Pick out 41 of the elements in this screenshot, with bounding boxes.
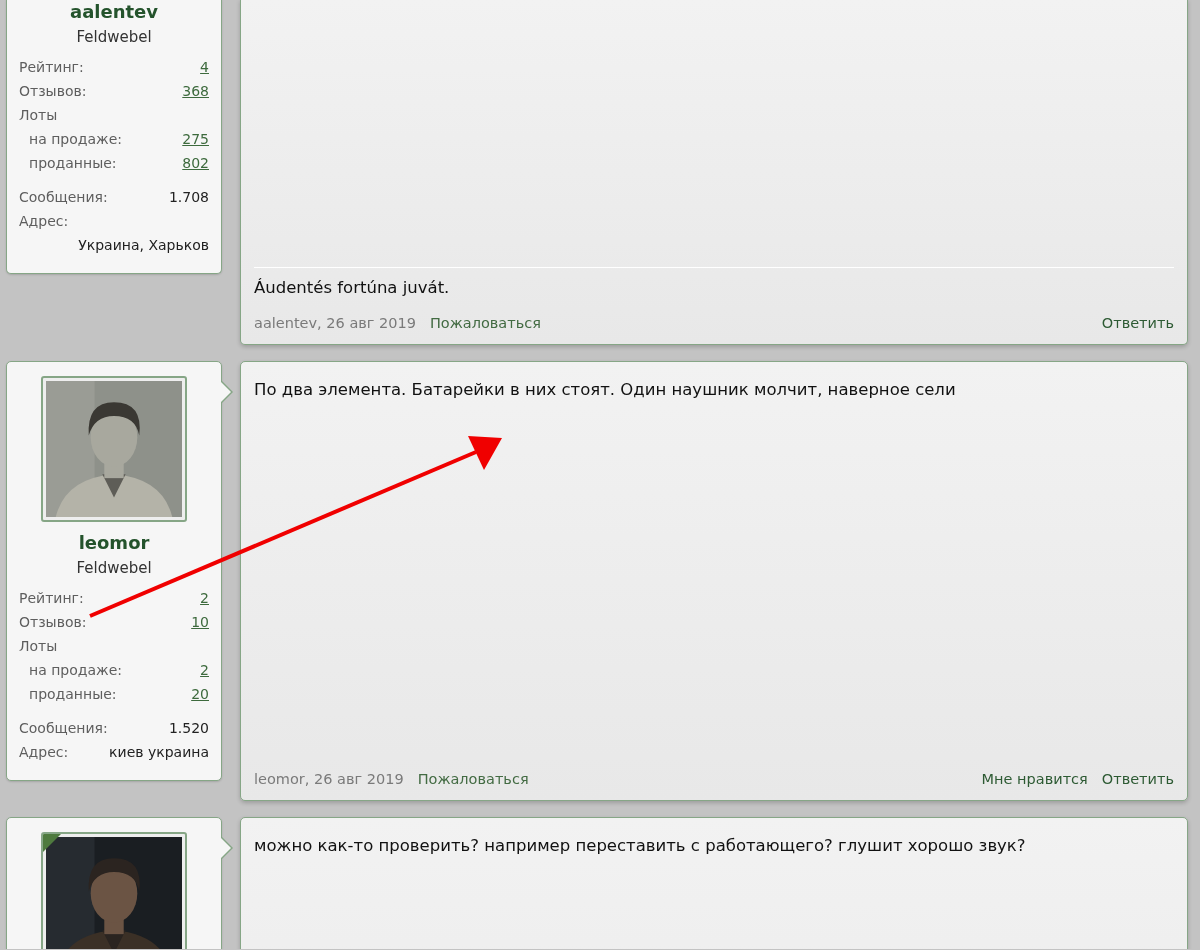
stat-link[interactable]: 20: [191, 682, 209, 706]
stat-link[interactable]: 10: [191, 610, 209, 634]
stat-label: Рейтинг:: [19, 58, 84, 77]
signature-text: Áudentés fortúna juvát.: [254, 277, 450, 299]
action-link[interactable]: Ответить: [1101, 312, 1174, 334]
stat-label: Рейтинг:: [19, 589, 84, 608]
stat-link[interactable]: 2: [200, 586, 209, 610]
report-link[interactable]: Пожаловаться: [429, 312, 541, 334]
stat-label: Адрес:: [19, 743, 69, 762]
stat-link[interactable]: 275: [182, 127, 209, 151]
stat-label: Адрес:: [19, 212, 69, 231]
stat-value: Украина, Харьков: [78, 236, 209, 255]
stat-label: проданные:: [29, 685, 117, 704]
stat-label: на продаже:: [29, 661, 122, 680]
stat-link[interactable]: 4: [200, 55, 209, 79]
action-link[interactable]: Мне нравится: [981, 768, 1088, 790]
stat-label: проданные:: [29, 154, 117, 173]
stat-value: киев украина: [109, 743, 209, 762]
stat-value: 1.520: [168, 719, 209, 738]
stat-label: Лоты: [19, 637, 58, 656]
stat-link[interactable]: 2: [200, 658, 209, 682]
author-date: leomor, 26 авг 2019: [254, 770, 404, 789]
stat-label: Сообщения:: [19, 719, 108, 738]
report-link[interactable]: Пожаловаться: [417, 768, 529, 790]
stat-label: Отзывов:: [19, 613, 87, 632]
action-link[interactable]: Ответить: [1101, 768, 1174, 790]
stat-label: на продаже:: [29, 130, 122, 149]
stat-link[interactable]: 802: [182, 151, 209, 175]
user-rank: Feldwebel: [76, 27, 152, 48]
stat-value: 1.708: [168, 188, 209, 207]
stat-label: Отзывов:: [19, 82, 87, 101]
message-text: По два элемента. Батарейки в них стоят. Один наушник молчит, наверное сели: [254, 380, 956, 399]
message-text: можно как-то проверить? например переставить с работающего? глушит хорошо звук?: [254, 836, 1026, 855]
stat-link[interactable]: 368: [182, 79, 209, 103]
user-rank: Feldwebel: [76, 558, 152, 579]
online-marker: [43, 834, 61, 852]
username[interactable]: aalentev: [70, 0, 158, 25]
stat-label: Лоты: [19, 106, 58, 125]
username[interactable]: leomor: [78, 530, 150, 556]
author-date: aalentev, 26 авг 2019: [254, 314, 416, 333]
stat-label: Сообщения:: [19, 188, 108, 207]
